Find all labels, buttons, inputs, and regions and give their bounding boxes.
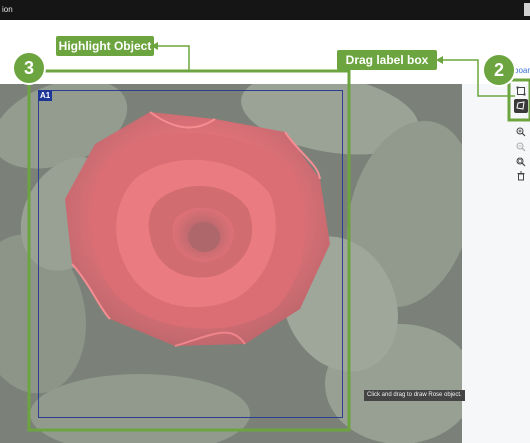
draw-hint-tooltip: Click and drag to draw Rose object. bbox=[364, 390, 465, 401]
polygon-icon bbox=[516, 101, 525, 110]
bounding-box-tool[interactable] bbox=[514, 84, 528, 98]
bounding-box-icon bbox=[516, 86, 526, 96]
zoom-fit-icon bbox=[516, 157, 526, 167]
drag-label-box-callout: Drag label box bbox=[337, 50, 437, 70]
delete-icon bbox=[517, 171, 525, 181]
step-3-badge: 3 bbox=[12, 51, 46, 85]
dashboard-link[interactable]: board bbox=[514, 66, 530, 75]
window-control-button[interactable] bbox=[524, 3, 530, 16]
delete-tool[interactable] bbox=[514, 169, 528, 183]
zoom-in-icon bbox=[516, 127, 526, 137]
zoom-in-tool[interactable] bbox=[514, 125, 528, 139]
polygon-tool[interactable] bbox=[514, 99, 528, 113]
app-title-bar: ion bbox=[0, 0, 530, 20]
bounding-box-label: A1 bbox=[38, 90, 53, 101]
zoom-fit-tool[interactable] bbox=[514, 155, 528, 169]
zoom-out-tool[interactable] bbox=[514, 140, 528, 154]
app-title: ion bbox=[2, 5, 13, 14]
highlight-object-callout: Highlight Object bbox=[56, 36, 154, 56]
rose-bounding-box[interactable] bbox=[38, 90, 343, 418]
zoom-out-icon bbox=[516, 142, 526, 152]
step-2-badge: 2 bbox=[482, 53, 516, 87]
